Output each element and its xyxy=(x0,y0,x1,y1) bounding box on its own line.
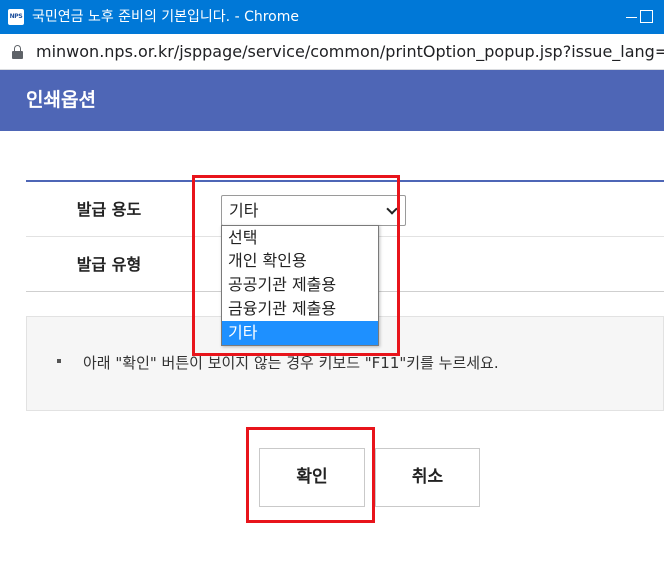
page-title: 인쇄옵션 xyxy=(26,89,96,111)
issue-purpose-label: 발급 용도 xyxy=(76,200,142,219)
dropdown-option-public-agency[interactable]: 공공기관 제출용 xyxy=(222,273,378,296)
chevron-down-icon xyxy=(386,203,398,215)
maximize-icon[interactable] xyxy=(636,0,664,34)
issue-purpose-selected-value: 기타 xyxy=(229,201,259,220)
nps-favicon-icon: NPS xyxy=(8,9,24,25)
window-titlebar: NPS 국민연금 노후 준비의 기본입니다. - Chrome xyxy=(0,0,664,34)
issue-purpose-dropdown-list: 선택 개인 확인용 공공기관 제출용 금융기관 제출용 기타 xyxy=(221,225,379,346)
lock-icon[interactable] xyxy=(12,45,23,59)
page-header: 인쇄옵션 xyxy=(0,70,664,131)
dropdown-option-financial-agency[interactable]: 금융기관 제출용 xyxy=(222,297,378,320)
confirm-button[interactable]: 확인 xyxy=(259,448,365,507)
dropdown-option-select[interactable]: 선택 xyxy=(222,226,378,249)
dropdown-option-personal[interactable]: 개인 확인용 xyxy=(222,249,378,272)
issue-type-label: 발급 유형 xyxy=(76,255,142,274)
bullet-icon xyxy=(57,359,61,363)
cancel-button[interactable]: 취소 xyxy=(375,448,480,507)
dropdown-option-other[interactable]: 기타 xyxy=(222,321,378,345)
url-text[interactable]: minwon.nps.or.kr/jsppage/service/common/… xyxy=(36,34,664,70)
window-title: 국민연금 노후 준비의 기본입니다. - Chrome xyxy=(32,9,299,25)
issue-purpose-select[interactable]: 기타 xyxy=(221,195,406,226)
address-bar[interactable]: minwon.nps.or.kr/jsppage/service/common/… xyxy=(0,34,664,70)
